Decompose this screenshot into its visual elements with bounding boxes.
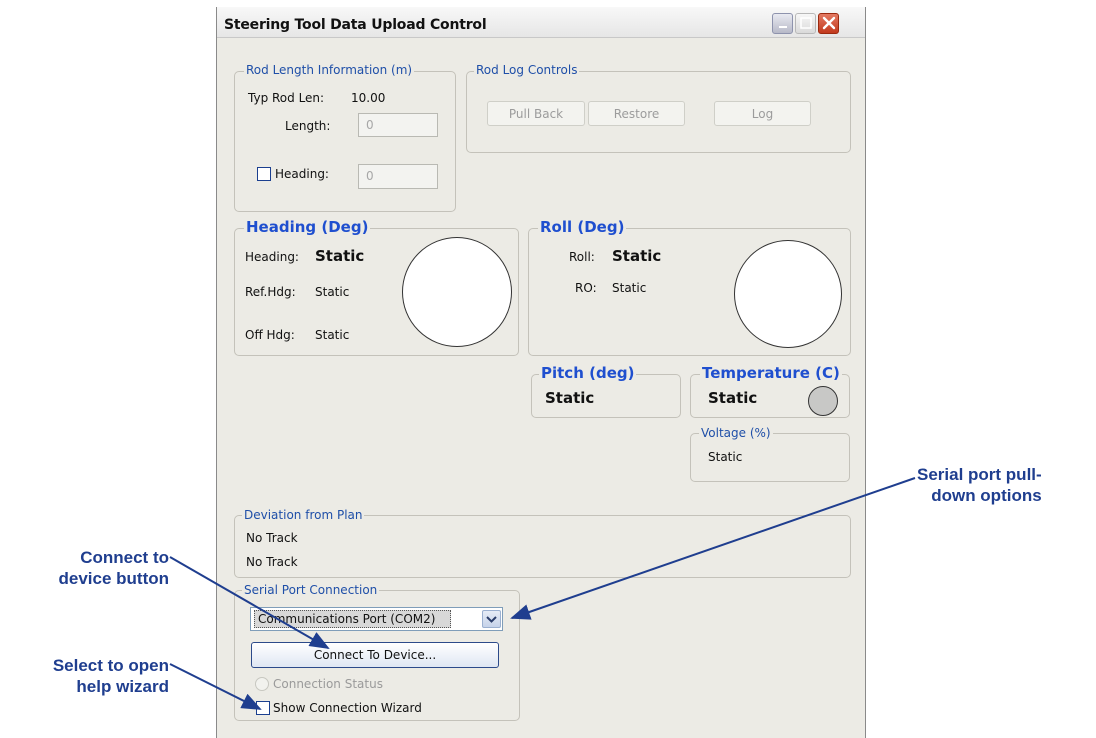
arrow-to-wizard-checkbox <box>169 663 262 710</box>
arrow-to-serial-port <box>510 477 916 620</box>
arrow-to-connect-button <box>169 556 330 649</box>
annotation-arrows <box>169 477 916 710</box>
